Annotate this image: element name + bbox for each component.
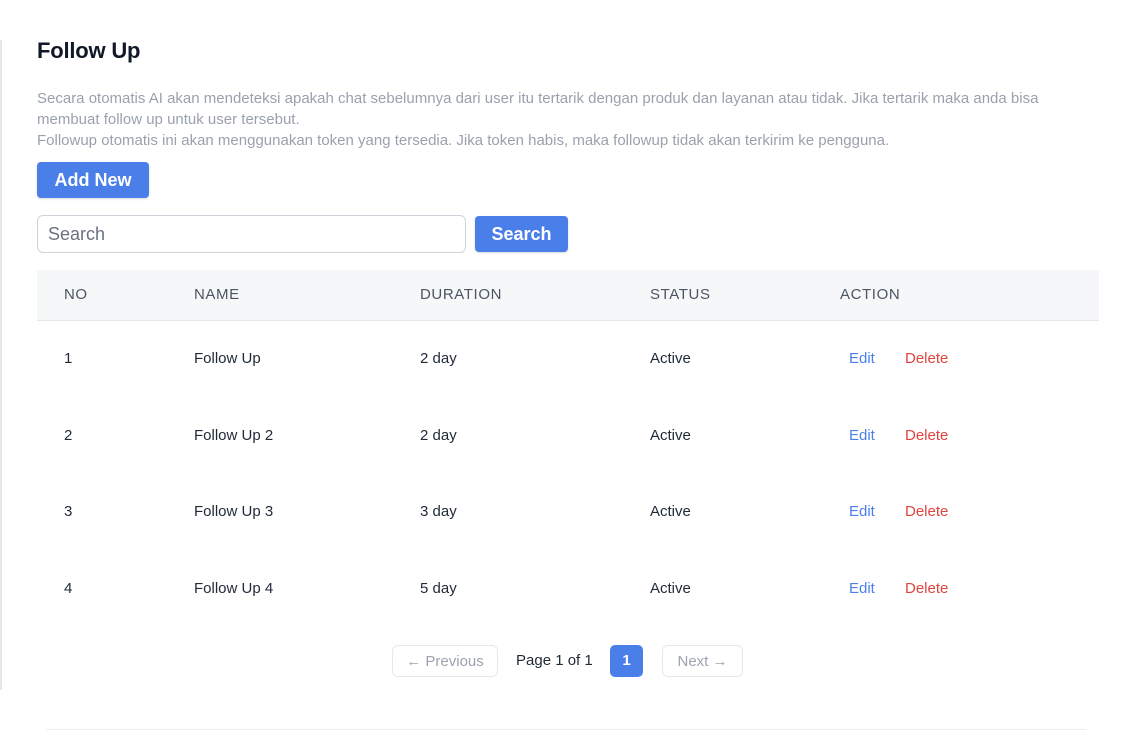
table-header: NO NAME DURATION STATUS ACTION — [37, 270, 1099, 321]
edit-link[interactable]: Edit — [849, 551, 875, 627]
row-status: Active — [650, 503, 691, 520]
description-line-2: Followup otomatis ini akan menggunakan t… — [37, 132, 890, 149]
delete-link[interactable]: Delete — [905, 474, 948, 550]
delete-link[interactable]: Delete — [905, 321, 948, 397]
edit-link[interactable]: Edit — [849, 474, 875, 550]
edit-link[interactable]: Edit — [849, 321, 875, 397]
column-header-no: NO — [64, 286, 88, 303]
row-name: Follow Up — [194, 350, 261, 367]
previous-page-button[interactable]: ← Previous — [392, 645, 498, 677]
add-new-button[interactable]: Add New — [37, 162, 149, 198]
bottom-divider — [46, 729, 1086, 730]
row-duration: 5 day — [420, 579, 457, 597]
delete-link[interactable]: Delete — [905, 398, 948, 474]
search-input[interactable] — [37, 215, 466, 253]
row-no: 2 — [64, 426, 73, 444]
delete-link[interactable]: Delete — [905, 551, 948, 627]
page-description: Secara otomatis AI akan mendeteksi apaka… — [37, 88, 1099, 151]
row-status: Active — [650, 426, 691, 444]
page-info: Page 1 of 1 — [516, 652, 593, 669]
row-duration: 3 day — [420, 503, 457, 520]
column-header-name: NAME — [194, 286, 240, 303]
table-row: 1 Follow Up 2 day Active Edit Delete — [37, 321, 1099, 398]
row-duration: 2 day — [420, 426, 457, 444]
row-name: Follow Up 3 — [194, 503, 274, 520]
description-line-1: Secara otomatis AI akan mendeteksi apaka… — [37, 90, 1039, 128]
search-button[interactable]: Search — [475, 216, 568, 252]
row-status: Active — [650, 350, 691, 367]
column-header-duration: DURATION — [420, 286, 503, 303]
row-duration: 2 day — [420, 350, 457, 367]
page-number-button[interactable]: 1 — [610, 645, 643, 677]
follow-up-table: NO NAME DURATION STATUS ACTION 1 Follow … — [37, 270, 1099, 627]
row-no: 3 — [64, 503, 73, 520]
page-title: Follow Up — [37, 38, 141, 63]
row-no: 4 — [64, 579, 73, 597]
row-no: 1 — [64, 350, 73, 367]
table-row: 2 Follow Up 2 2 day Active Edit Delete — [37, 398, 1099, 475]
table-row: 4 Follow Up 4 5 day Active Edit Delete — [37, 551, 1099, 628]
row-status: Active — [650, 579, 691, 597]
row-name: Follow Up 2 — [194, 426, 274, 444]
column-header-action: ACTION — [840, 286, 901, 303]
edit-link[interactable]: Edit — [849, 398, 875, 474]
column-header-status: STATUS — [650, 286, 711, 303]
row-name: Follow Up 4 — [194, 579, 274, 597]
table-row: 3 Follow Up 3 3 day Active Edit Delete — [37, 474, 1099, 551]
next-page-button[interactable]: Next → — [662, 645, 743, 677]
left-divider — [0, 40, 2, 690]
